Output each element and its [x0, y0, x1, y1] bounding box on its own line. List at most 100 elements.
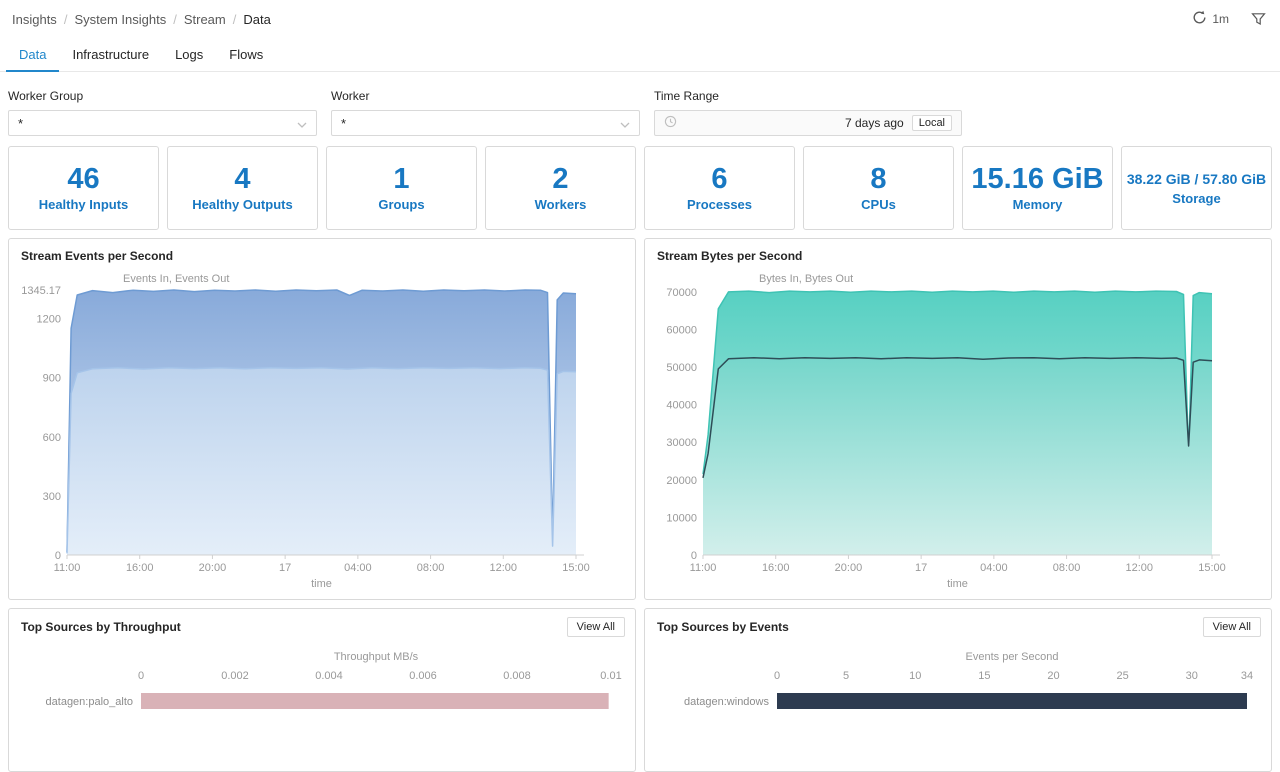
svg-text:16:00: 16:00	[126, 562, 154, 574]
svg-text:1200: 1200	[37, 314, 61, 326]
stat-card-healthy-outputs: 4 Healthy Outputs	[167, 146, 318, 230]
svg-text:0.008: 0.008	[503, 670, 531, 682]
svg-text:Throughput MB/s: Throughput MB/s	[334, 651, 419, 663]
breadcrumb-separator: /	[173, 12, 177, 27]
chart-title: Top Sources by Throughput	[21, 620, 181, 634]
svg-text:60000: 60000	[666, 324, 697, 336]
stat-label: Groups	[378, 197, 424, 212]
svg-text:17: 17	[915, 562, 927, 574]
svg-text:datagen:windows: datagen:windows	[684, 696, 770, 708]
stat-value: 38.22 GiB / 57.80 GiB	[1127, 170, 1266, 188]
stat-card-groups: 1 Groups	[326, 146, 477, 230]
summary-stats-row: 46 Healthy Inputs 4 Healthy Outputs 1 Gr…	[8, 146, 1272, 230]
svg-text:08:00: 08:00	[417, 562, 445, 574]
throughput-bar-chart-svg: Throughput MB/s00.0020.0040.0060.0080.01…	[9, 637, 635, 763]
svg-text:5: 5	[843, 670, 849, 682]
svg-text:900: 900	[43, 373, 61, 385]
stat-card-processes: 6 Processes	[644, 146, 795, 230]
events-bar-chart-svg: Events per Second05101520253034datagen:w…	[645, 637, 1271, 763]
stat-label: Healthy Inputs	[39, 197, 129, 212]
svg-text:20: 20	[1047, 670, 1059, 682]
worker-label: Worker	[331, 89, 640, 103]
events-per-second-panel: Stream Events per Second Events In, Even…	[8, 238, 636, 600]
worker-value: *	[341, 116, 620, 131]
top-sources-throughput-panel: Top Sources by Throughput View All Throu…	[8, 608, 636, 772]
svg-text:0.006: 0.006	[409, 670, 437, 682]
stat-label: Memory	[1013, 197, 1063, 212]
stat-label: Storage	[1172, 191, 1220, 206]
svg-text:10000: 10000	[666, 512, 697, 524]
worker-filter: Worker *	[331, 89, 640, 136]
timezone-local-button[interactable]: Local	[912, 115, 952, 131]
tab-logs[interactable]: Logs	[162, 38, 216, 71]
svg-text:34: 34	[1241, 670, 1253, 682]
svg-text:0: 0	[55, 550, 61, 562]
svg-text:time: time	[311, 578, 332, 590]
breadcrumb-stream[interactable]: Stream	[184, 12, 226, 27]
panel-header: Top Sources by Events View All	[645, 609, 1271, 637]
worker-group-filter: Worker Group *	[8, 89, 317, 136]
tab-data[interactable]: Data	[6, 38, 59, 72]
svg-text:04:00: 04:00	[980, 562, 1008, 574]
worker-group-select[interactable]: *	[8, 110, 317, 136]
svg-text:20000: 20000	[666, 475, 697, 487]
view-all-button[interactable]: View All	[567, 617, 625, 637]
breadcrumb-insights[interactable]: Insights	[12, 12, 57, 27]
stat-card-healthy-inputs: 46 Healthy Inputs	[8, 146, 159, 230]
stat-value: 6	[711, 164, 727, 194]
top-sources-events-panel: Top Sources by Events View All Events pe…	[644, 608, 1272, 772]
auto-refresh-button[interactable]: 1m	[1192, 10, 1229, 28]
svg-text:20:00: 20:00	[835, 562, 863, 574]
time-range-filter: Time Range 7 days ago Local	[654, 89, 962, 136]
svg-text:20:00: 20:00	[199, 562, 227, 574]
stat-card-cpus: 8 CPUs	[803, 146, 954, 230]
stat-value: 46	[67, 164, 99, 194]
stat-value: 4	[234, 164, 250, 194]
svg-text:0: 0	[774, 670, 780, 682]
svg-text:15:00: 15:00	[1198, 562, 1226, 574]
svg-text:300: 300	[43, 491, 61, 503]
time-range-input[interactable]: 7 days ago Local	[654, 110, 962, 136]
svg-text:600: 600	[43, 432, 61, 444]
topbar-actions: 1m	[1192, 10, 1266, 28]
chevron-down-icon	[620, 116, 630, 131]
breadcrumb-system-insights[interactable]: System Insights	[74, 12, 166, 27]
svg-text:15: 15	[978, 670, 990, 682]
time-range-value: 7 days ago	[685, 116, 904, 130]
svg-text:0.002: 0.002	[221, 670, 249, 682]
stat-value: 2	[552, 164, 568, 194]
svg-text:10: 10	[909, 670, 921, 682]
chart-title: Top Sources by Events	[657, 620, 789, 634]
breadcrumb: Insights / System Insights / Stream / Da…	[12, 12, 271, 27]
svg-text:70000: 70000	[666, 287, 697, 299]
svg-text:12:00: 12:00	[1126, 562, 1154, 574]
svg-text:40000: 40000	[666, 400, 697, 412]
stat-card-memory: 15.16 GiB Memory	[962, 146, 1113, 230]
bytes-chart-svg: 11:0016:0020:001704:0008:0012:0015:00010…	[645, 239, 1271, 601]
stat-label: Workers	[535, 197, 587, 212]
svg-text:11:00: 11:00	[690, 562, 717, 574]
main-charts-row: Stream Events per Second Events In, Even…	[8, 238, 1272, 600]
worker-group-label: Worker Group	[8, 89, 317, 103]
top-sources-row: Top Sources by Throughput View All Throu…	[8, 608, 1272, 772]
view-all-button[interactable]: View All	[1203, 617, 1261, 637]
worker-group-value: *	[18, 116, 297, 131]
clock-icon	[664, 115, 677, 131]
svg-text:16:00: 16:00	[762, 562, 790, 574]
worker-select[interactable]: *	[331, 110, 640, 136]
bytes-per-second-panel: Stream Bytes per Second Bytes In, Bytes …	[644, 238, 1272, 600]
svg-text:11:00: 11:00	[54, 562, 81, 574]
panel-header: Top Sources by Throughput View All	[9, 609, 635, 637]
svg-text:30000: 30000	[666, 437, 697, 449]
svg-text:time: time	[947, 578, 968, 590]
tab-flows[interactable]: Flows	[216, 38, 276, 71]
stat-label: CPUs	[861, 197, 896, 212]
stat-card-workers: 2 Workers	[485, 146, 636, 230]
filter-funnel-icon[interactable]	[1251, 12, 1266, 27]
tab-infrastructure[interactable]: Infrastructure	[59, 38, 162, 71]
breadcrumb-data: Data	[243, 12, 270, 27]
svg-text:17: 17	[279, 562, 291, 574]
time-range-label: Time Range	[654, 89, 962, 103]
svg-text:Events per Second: Events per Second	[966, 651, 1059, 663]
svg-text:50000: 50000	[666, 362, 697, 374]
